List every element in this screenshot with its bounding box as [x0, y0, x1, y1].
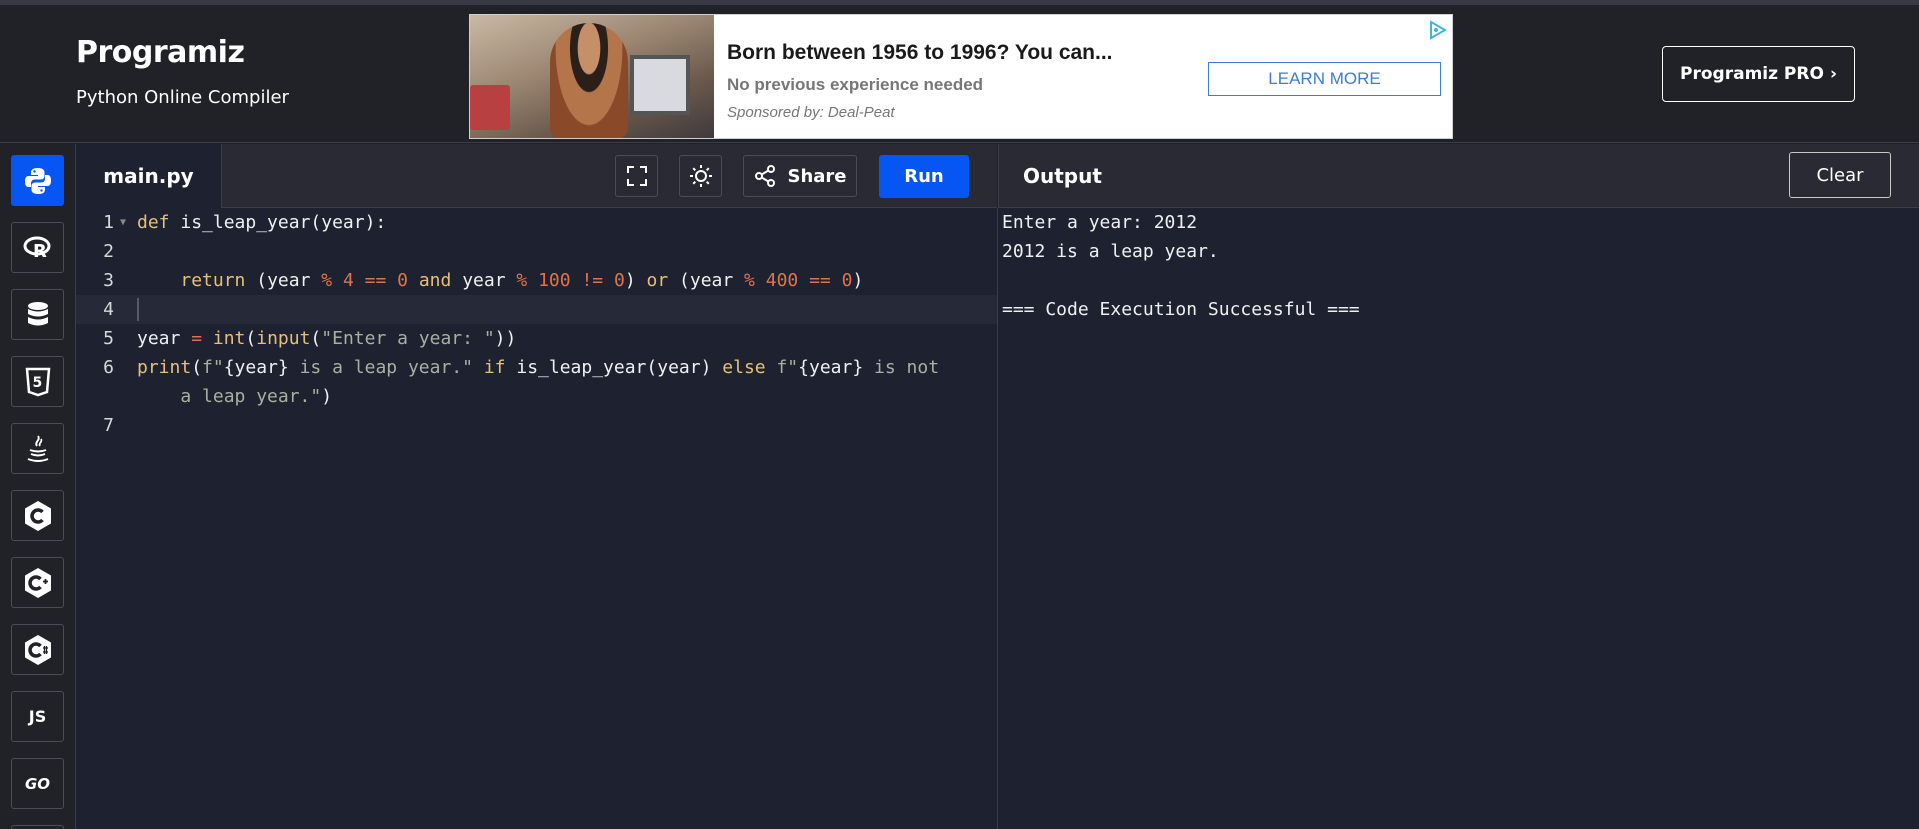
- run-button[interactable]: Run: [879, 155, 969, 198]
- lang-go[interactable]: GO: [11, 758, 64, 809]
- line-number: 1: [103, 212, 114, 233]
- share-label: Share: [787, 165, 847, 187]
- ad-learn-more-button[interactable]: LEARN MORE: [1208, 62, 1441, 96]
- ad-title[interactable]: Born between 1956 to 1996? You can...: [727, 41, 1113, 65]
- csharp-icon: [24, 634, 51, 665]
- line-number: 2: [103, 241, 114, 262]
- line-number: 4: [103, 299, 114, 320]
- site-header: Programiz Python Online Compiler Born be…: [0, 5, 1919, 143]
- html5-icon: 5: [25, 367, 50, 396]
- python-icon: [24, 167, 51, 194]
- output-toolbar: Output Clear: [998, 144, 1919, 208]
- database-icon: [27, 301, 48, 325]
- lang-c[interactable]: [11, 490, 64, 541]
- output-console: Enter a year: 2012 2012 is a leap year. …: [1002, 208, 1902, 324]
- lang-java[interactable]: [11, 423, 64, 474]
- share-button[interactable]: Share: [743, 155, 857, 197]
- pro-button-label: Programiz PRO: [1680, 64, 1824, 84]
- ad-sponsor: Sponsored by: Deal-Peat: [727, 104, 895, 121]
- code-line: 1 ▼ def is_leap_year(year):: [76, 208, 997, 237]
- output-line: Enter a year: 2012: [1002, 212, 1198, 233]
- programiz-pro-button[interactable]: Programiz PRO ›: [1662, 46, 1855, 102]
- ad-subtitle: No previous experience needed: [727, 75, 984, 94]
- ad-image[interactable]: [470, 15, 714, 138]
- lang-cpp[interactable]: [11, 557, 64, 608]
- code-text: def is_leap_year(year):: [137, 212, 387, 233]
- language-sidebar: R 5 JS GO: [0, 144, 76, 829]
- share-icon: [755, 165, 776, 187]
- code-line-current: 4: [76, 295, 997, 324]
- svg-text:R: R: [33, 241, 47, 261]
- theme-toggle-button[interactable]: [679, 155, 722, 197]
- editor-toolbar: main.py Share Run: [76, 144, 997, 208]
- code-line: 3 return (year % 4 == 0 and year % 100 !…: [76, 266, 997, 295]
- code-text: year = int(input("Enter a year: ")): [137, 328, 517, 349]
- code-line: 5 year = int(input("Enter a year: ")): [76, 324, 997, 353]
- clear-button[interactable]: Clear: [1789, 152, 1891, 198]
- c-icon: [24, 500, 51, 531]
- page-subtitle: Python Online Compiler: [76, 87, 289, 108]
- file-tab-main[interactable]: main.py: [76, 144, 222, 208]
- lang-r[interactable]: R: [11, 222, 64, 273]
- code-editor[interactable]: 1 ▼ def is_leap_year(year): 2 3 return (…: [76, 208, 997, 829]
- code-line-wrap: a leap year."): [76, 382, 997, 411]
- advertisement-banner[interactable]: Born between 1956 to 1996? You can... No…: [469, 14, 1453, 139]
- code-line: 7: [76, 411, 997, 440]
- sun-icon: [689, 165, 712, 187]
- js-icon: JS: [28, 707, 47, 726]
- lang-python[interactable]: [11, 155, 64, 206]
- line-number: 6: [103, 357, 114, 378]
- code-text: print(f"{year} is a leap year." if is_le…: [137, 357, 940, 378]
- code-text: a leap year."): [137, 386, 333, 407]
- programiz-logo[interactable]: Programiz: [76, 35, 245, 70]
- ad-choices-icon[interactable]: [1426, 19, 1448, 41]
- r-icon: R: [23, 236, 50, 261]
- line-number: 5: [103, 328, 114, 349]
- output-line: === Code Execution Successful ===: [1002, 299, 1360, 320]
- lang-html[interactable]: 5: [11, 356, 64, 407]
- code-line: 6 print(f"{year} is a leap year." if is_…: [76, 353, 997, 382]
- pane-divider[interactable]: [997, 208, 998, 829]
- fullscreen-button[interactable]: [615, 155, 658, 197]
- lang-sql[interactable]: [11, 289, 64, 340]
- text-cursor: [137, 298, 139, 321]
- line-number: 7: [103, 415, 114, 436]
- code-line: 2: [76, 237, 997, 266]
- output-line: 2012 is a leap year.: [1002, 241, 1219, 262]
- fold-arrow-icon[interactable]: ▼: [120, 208, 126, 237]
- cpp-icon: [24, 567, 51, 598]
- code-text: return (year % 4 == 0 and year % 100 != …: [180, 270, 864, 291]
- chevron-right-icon: ›: [1829, 64, 1837, 84]
- go-icon: GO: [24, 774, 51, 793]
- lang-javascript[interactable]: JS: [11, 691, 64, 742]
- output-title: Output: [1023, 164, 1102, 188]
- lang-more[interactable]: [11, 825, 64, 829]
- lang-csharp[interactable]: [11, 624, 64, 675]
- svg-text:5: 5: [32, 375, 42, 391]
- line-number: 3: [103, 270, 114, 291]
- java-icon: [27, 434, 48, 462]
- fullscreen-icon: [626, 166, 647, 186]
